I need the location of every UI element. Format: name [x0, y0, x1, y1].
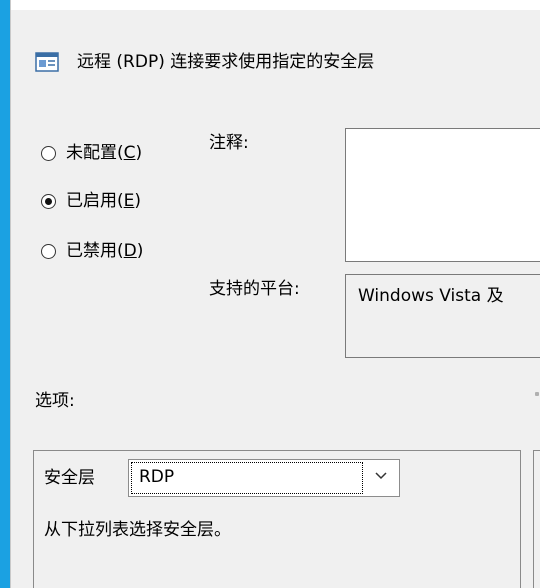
- radio-label: 已启用(E): [66, 191, 142, 211]
- radio-circle[interactable]: [41, 193, 56, 209]
- security-layer-dropdown[interactable]: RDP: [128, 459, 400, 497]
- radio-label: 已禁用(D): [66, 241, 144, 261]
- radio-disabled[interactable]: 已禁用(D): [41, 240, 143, 262]
- radio-not-configured[interactable]: 未配置(C): [41, 142, 142, 164]
- options-panel: 安全层 RDP 从下拉列表选择安全层。: [33, 450, 521, 588]
- chevron-down-icon[interactable]: [373, 467, 389, 483]
- options-label: 选项:: [35, 391, 75, 411]
- policy-settings-window: 远程 (RDP) 连接要求使用指定的安全层 未配置(C) 已启用(E) 已禁用(…: [10, 0, 540, 588]
- radio-circle[interactable]: [41, 145, 56, 161]
- help-panel: [533, 450, 540, 588]
- security-layer-label: 安全层: [44, 468, 95, 488]
- policy-title: 远程 (RDP) 连接要求使用指定的安全层: [77, 52, 375, 72]
- security-layer-value: RDP: [139, 467, 175, 487]
- help-marker: [535, 392, 539, 396]
- comment-field[interactable]: [345, 128, 540, 262]
- radio-label: 未配置(C): [66, 143, 143, 163]
- window-frame-edge: [0, 0, 10, 588]
- top-strip: [11, 0, 540, 10]
- platform-value: Windows Vista 及: [358, 286, 504, 306]
- radio-circle[interactable]: [41, 243, 56, 259]
- policy-setting-icon: [35, 50, 59, 74]
- comment-label: 注释:: [209, 133, 249, 153]
- platform-field[interactable]: Windows Vista 及: [345, 274, 540, 358]
- radio-enabled[interactable]: 已启用(E): [41, 190, 141, 212]
- platform-label: 支持的平台:: [209, 279, 300, 299]
- security-layer-description: 从下拉列表选择安全层。: [44, 520, 231, 540]
